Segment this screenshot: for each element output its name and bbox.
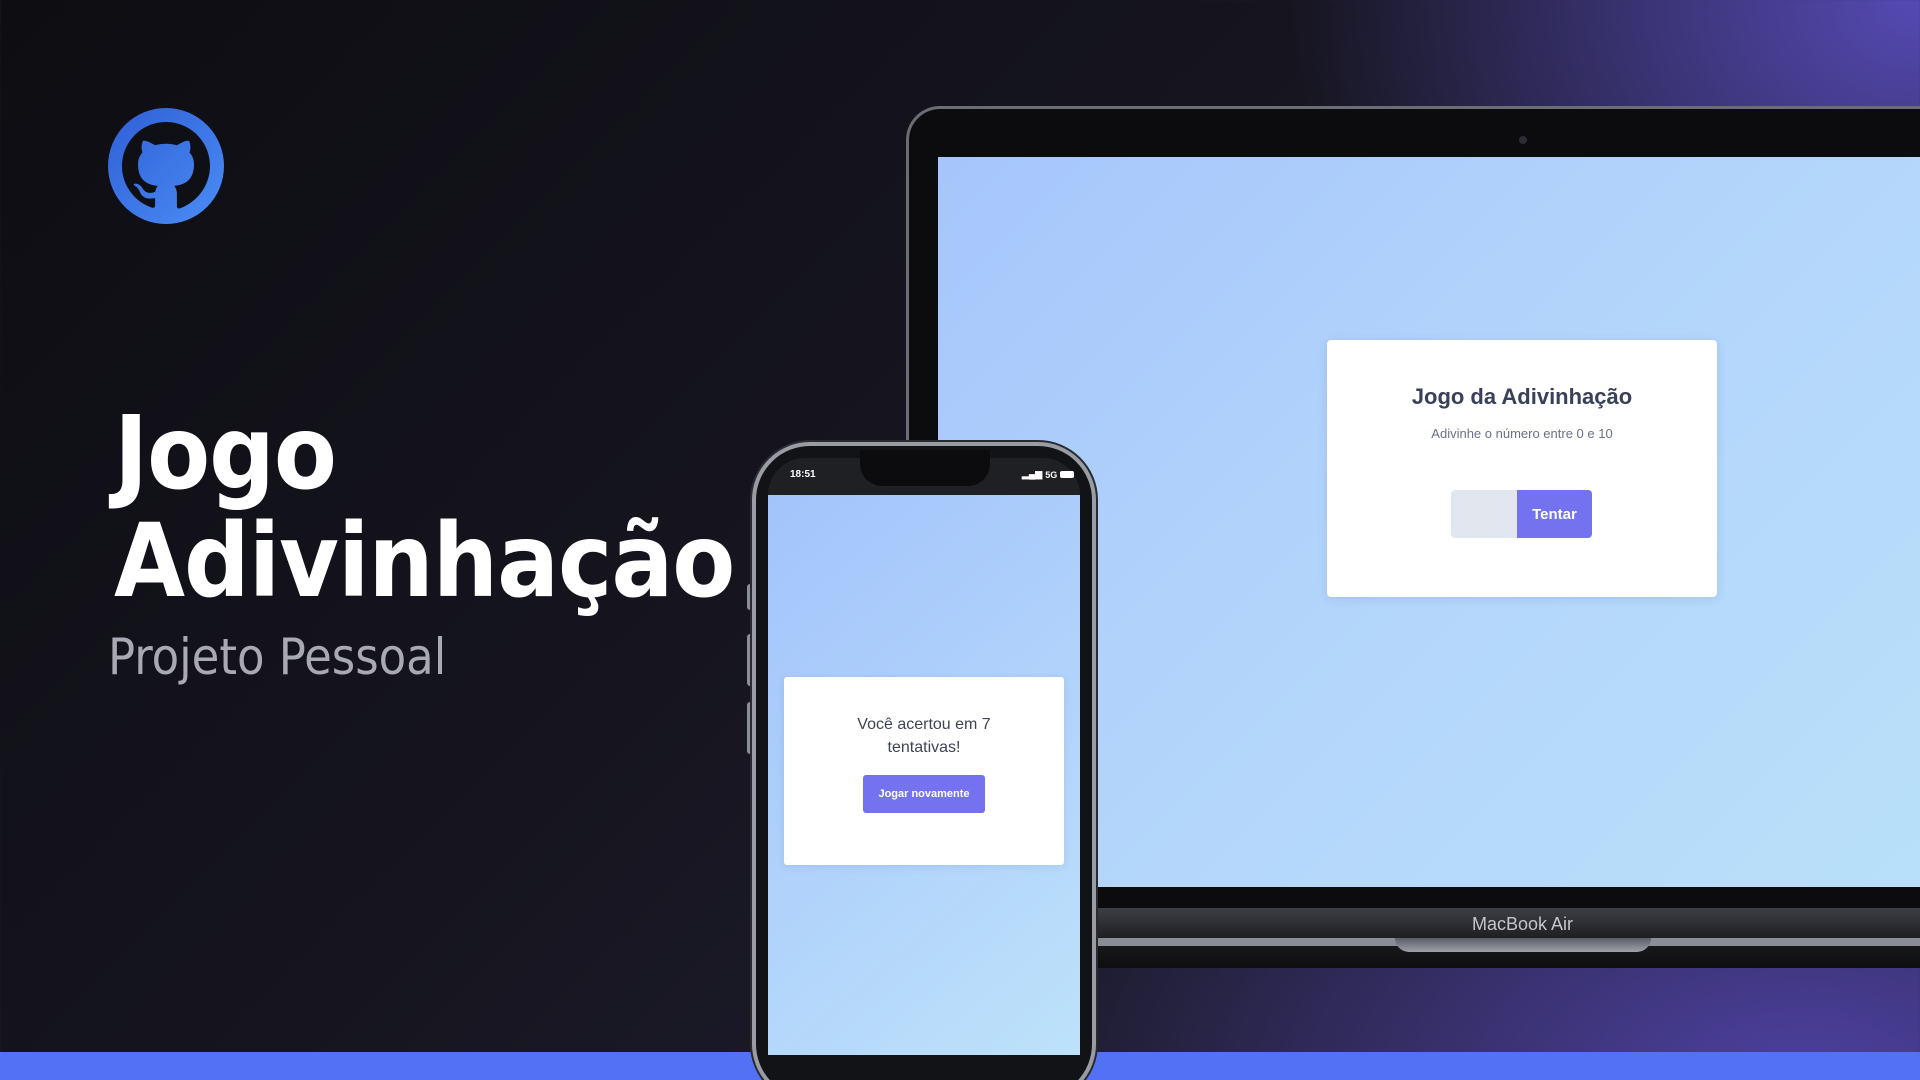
laptop-camera — [1519, 136, 1527, 144]
phone-result-card: Você acertou em 7 tentativas! Jogar nova… — [784, 677, 1064, 865]
desktop-game-card: Jogo da Adivinhação Adivinhe o número en… — [1327, 340, 1717, 597]
github-icon[interactable] — [108, 108, 224, 224]
desktop-card-subtitle: Adivinhe o número entre 0 e 10 — [1431, 426, 1613, 441]
try-button[interactable]: Tentar — [1517, 490, 1592, 538]
guess-form: Tentar — [1451, 490, 1592, 538]
signal-icon: ▂▄▆ — [1022, 469, 1043, 479]
hero-title-line2: Adivinhação — [114, 502, 735, 621]
guess-input[interactable] — [1451, 490, 1517, 538]
hero-subtitle: Projeto Pessoal — [108, 628, 447, 686]
phone-clock: 18:51 — [790, 469, 816, 480]
result-message: Você acertou em 7 tentativas! — [857, 716, 991, 756]
hero-title-line1: Jogo — [114, 394, 337, 513]
play-again-button[interactable]: Jogar novamente — [863, 775, 985, 813]
desktop-card-title: Jogo da Adivinhação — [1411, 384, 1633, 409]
phone-status-icons: ▂▄▆ 5G — [1022, 469, 1075, 480]
hero-title: Jogo Adivinhação — [114, 394, 735, 621]
laptop-brand-label: MacBook Air — [1472, 914, 1574, 934]
network-label: 5G — [1045, 469, 1058, 480]
phone-notch — [860, 450, 990, 486]
battery-icon — [1060, 471, 1075, 478]
laptop-groove — [1395, 938, 1651, 952]
